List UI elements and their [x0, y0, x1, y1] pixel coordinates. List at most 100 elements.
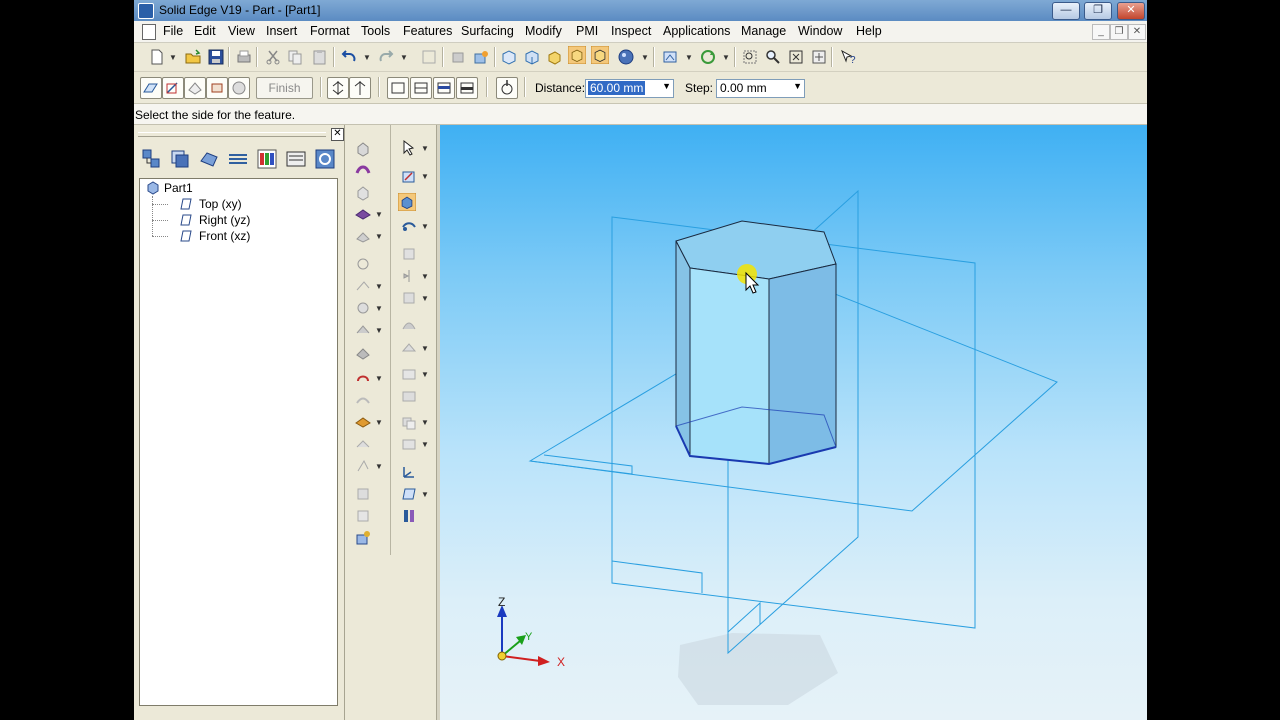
- sweep-icon[interactable]: [354, 391, 372, 409]
- new-file-icon[interactable]: [148, 48, 166, 66]
- sensors-icon[interactable]: [284, 147, 308, 171]
- lip-dropdown-icon[interactable]: ▼: [375, 304, 383, 313]
- chamfer-dropdown-icon[interactable]: ▼: [421, 344, 429, 353]
- print-icon[interactable]: [235, 48, 253, 66]
- shell-dropdown-icon[interactable]: ▼: [421, 370, 429, 379]
- show-icon[interactable]: [472, 48, 490, 66]
- shaded-icon[interactable]: [568, 46, 586, 64]
- close-button[interactable]: ✕: [1117, 2, 1145, 20]
- plane-dropdown-icon[interactable]: ▼: [421, 490, 429, 499]
- select-arrow-icon[interactable]: [400, 139, 418, 157]
- web-dropdown-icon[interactable]: ▼: [375, 282, 383, 291]
- thin-wall-icon[interactable]: [354, 485, 372, 503]
- menu-window[interactable]: Window: [798, 24, 842, 38]
- menu-manage[interactable]: Manage: [741, 24, 786, 38]
- web-network-icon[interactable]: [354, 277, 372, 295]
- tree-node-front-plane[interactable]: Front (xz): [199, 229, 250, 243]
- menu-pmi[interactable]: PMI: [576, 24, 598, 38]
- menu-surfacing[interactable]: Surfacing: [461, 24, 514, 38]
- add-body-icon[interactable]: [354, 529, 372, 547]
- tree-node-top-plane[interactable]: Top (xy): [199, 197, 242, 211]
- sketch-grid-icon[interactable]: [420, 48, 438, 66]
- symmetric-extent-button[interactable]: [327, 77, 349, 99]
- select-dropdown-icon[interactable]: ▼: [421, 144, 429, 153]
- draft-icon[interactable]: [354, 457, 372, 475]
- view-style-sphere-icon[interactable]: [617, 48, 635, 66]
- sketch-dropdown-icon[interactable]: ▼: [421, 172, 429, 181]
- menu-tools[interactable]: Tools: [361, 24, 390, 38]
- menu-applications[interactable]: Applications: [663, 24, 730, 38]
- pan-icon[interactable]: [810, 48, 828, 66]
- finish-button[interactable]: Finish: [256, 77, 313, 99]
- reference-plane-icon[interactable]: [400, 485, 418, 503]
- finite-extent-button[interactable]: [456, 77, 478, 99]
- mounting-boss-icon[interactable]: [354, 343, 372, 361]
- new-dropdown-icon[interactable]: ▼: [169, 53, 177, 62]
- document-icon[interactable]: [142, 24, 156, 40]
- mirror-dropdown-icon[interactable]: ▼: [421, 272, 429, 281]
- copy-icon[interactable]: [286, 48, 304, 66]
- save-icon[interactable]: [207, 48, 225, 66]
- menu-inspect[interactable]: Inspect: [611, 24, 651, 38]
- shell-icon[interactable]: [400, 365, 418, 383]
- combine-dropdown-icon[interactable]: ▼: [421, 440, 429, 449]
- split-icon[interactable]: [400, 387, 418, 405]
- zoom-icon[interactable]: [764, 48, 782, 66]
- chamfer-icon[interactable]: [400, 339, 418, 357]
- through-all-button[interactable]: [387, 77, 409, 99]
- menu-file[interactable]: File: [163, 24, 183, 38]
- draw-profile-step-button[interactable]: [162, 77, 184, 99]
- hole-dropdown-icon[interactable]: ▼: [375, 210, 383, 219]
- rib-icon[interactable]: [354, 255, 372, 273]
- hide-icon[interactable]: [449, 48, 467, 66]
- lip-icon[interactable]: [354, 299, 372, 317]
- revolved-protrusion-icon[interactable]: [354, 161, 372, 179]
- whats-this-help-icon[interactable]: ?: [839, 48, 857, 66]
- protrusion-icon[interactable]: [354, 139, 372, 157]
- boolean-dropdown-icon[interactable]: ▼: [421, 418, 429, 427]
- hole-icon[interactable]: [354, 205, 372, 223]
- tree-root-part[interactable]: Part1: [164, 181, 193, 195]
- round-icon[interactable]: [354, 227, 372, 245]
- family-of-parts-icon[interactable]: [197, 147, 221, 171]
- mdi-close-button[interactable]: ✕: [1128, 24, 1146, 40]
- pmi-dimension-icon[interactable]: [400, 507, 418, 525]
- view-orientation-dropdown-icon[interactable]: ▼: [685, 53, 693, 62]
- layers-icon[interactable]: [168, 147, 192, 171]
- pattern-icon[interactable]: [400, 245, 418, 263]
- iso-view-icon[interactable]: [500, 48, 518, 66]
- menu-format[interactable]: Format: [310, 24, 350, 38]
- rotate-view-icon[interactable]: [699, 48, 717, 66]
- mirror-icon[interactable]: [400, 267, 418, 285]
- revolve-dropdown-icon[interactable]: ▼: [421, 222, 429, 231]
- fit-view-icon[interactable]: [787, 48, 805, 66]
- vent-icon[interactable]: [354, 321, 372, 339]
- undo-icon[interactable]: [340, 48, 358, 66]
- open-folder-icon[interactable]: [184, 48, 202, 66]
- shaded-edges-icon[interactable]: [591, 46, 609, 64]
- through-next-button[interactable]: [410, 77, 432, 99]
- 3d-viewport[interactable]: Z Y X: [440, 125, 1147, 720]
- menu-features[interactable]: Features: [403, 24, 452, 38]
- step-field[interactable]: 0.00 mm ▼: [716, 79, 805, 98]
- combine-icon[interactable]: [400, 435, 418, 453]
- menu-insert[interactable]: Insert: [266, 24, 297, 38]
- minimize-button[interactable]: —: [1052, 2, 1080, 20]
- zoom-area-icon[interactable]: [741, 48, 759, 66]
- extent-step-button[interactable]: [206, 77, 228, 99]
- helix-icon[interactable]: [354, 369, 372, 387]
- direction-flip-button[interactable]: [496, 77, 518, 99]
- helix-dropdown-icon[interactable]: ▼: [375, 374, 383, 383]
- rotate-dropdown-icon[interactable]: ▼: [722, 53, 730, 62]
- close-icon[interactable]: ✕: [331, 128, 344, 141]
- cutout-icon[interactable]: [354, 183, 372, 201]
- menu-modify[interactable]: Modify: [525, 24, 562, 38]
- chevron-down-icon[interactable]: ▼: [662, 81, 671, 91]
- paste-icon[interactable]: [311, 48, 329, 66]
- copy-feature-dropdown-icon[interactable]: ▼: [421, 294, 429, 303]
- non-symmetric-extent-button[interactable]: [349, 77, 371, 99]
- draft-dropdown-icon[interactable]: ▼: [375, 462, 383, 471]
- wireframe-shading-icon[interactable]: [545, 48, 563, 66]
- mdi-restore-button[interactable]: ❐: [1110, 24, 1128, 40]
- from-to-extent-button[interactable]: [433, 77, 455, 99]
